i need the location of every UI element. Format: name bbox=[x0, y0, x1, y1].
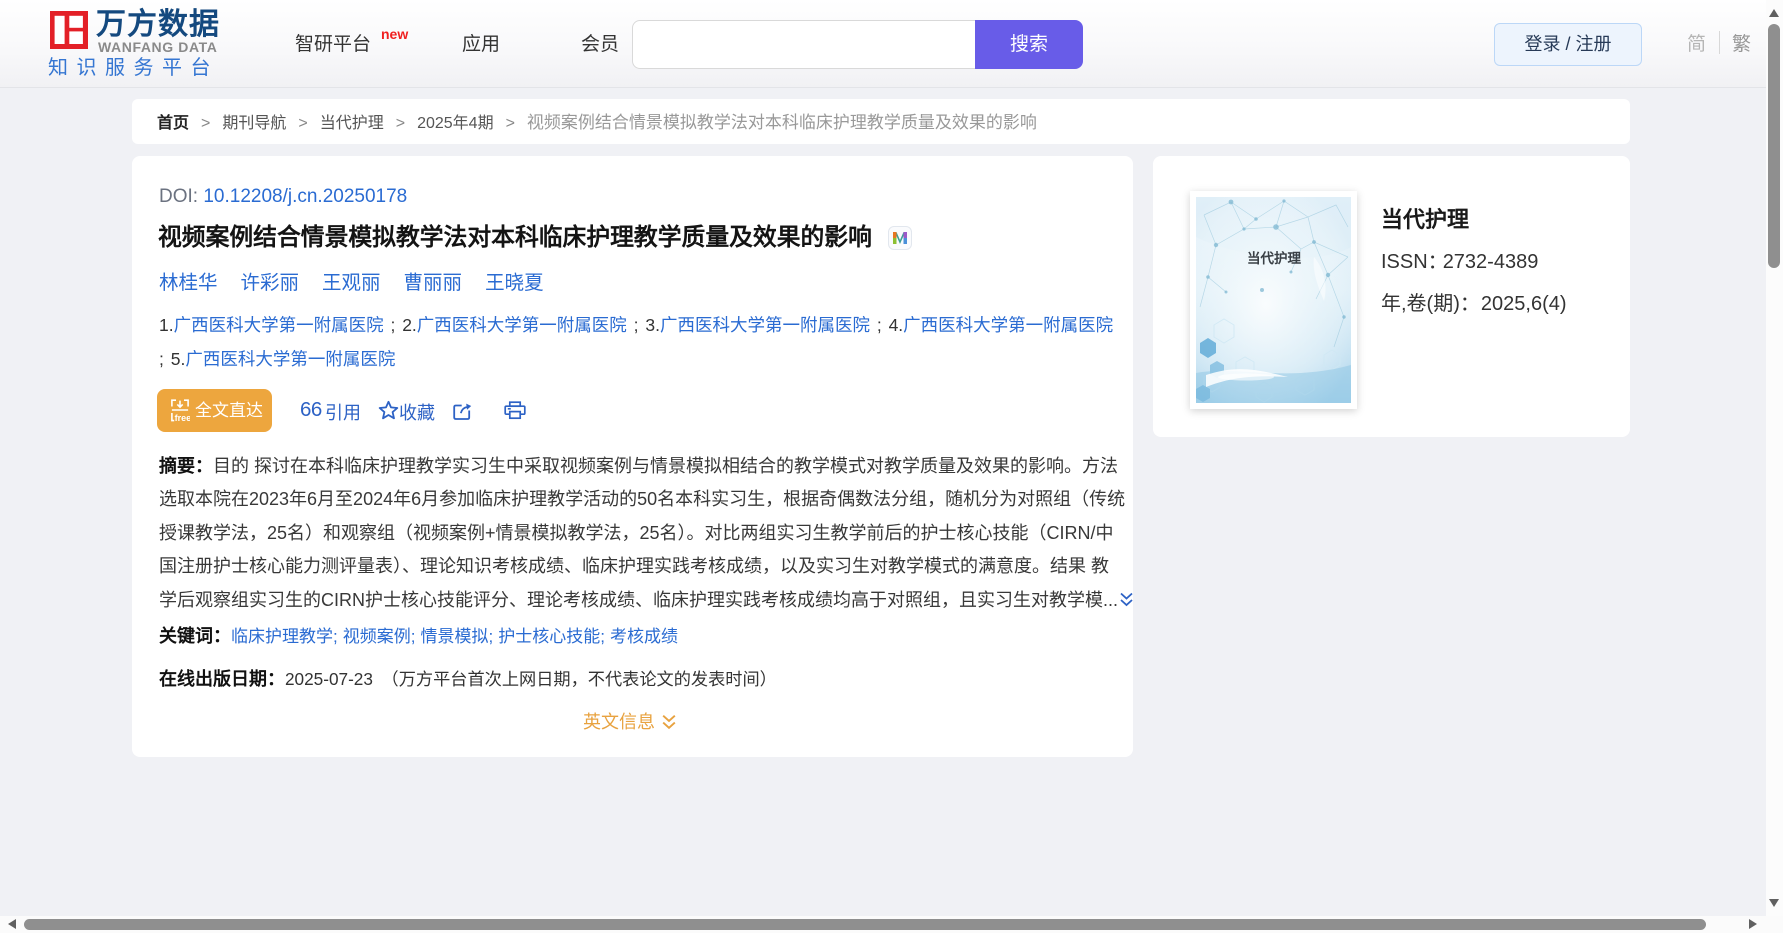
svg-text:当代护理: 当代护理 bbox=[1247, 250, 1301, 266]
svg-text:free: free bbox=[175, 413, 190, 422]
